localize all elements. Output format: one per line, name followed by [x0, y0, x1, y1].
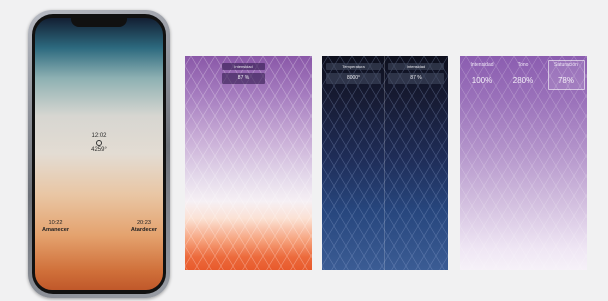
saturation-value-button[interactable]: 78%: [548, 76, 584, 85]
temperature-value-button[interactable]: 8000°: [326, 73, 381, 84]
saturation-label: Saturación: [554, 62, 578, 68]
panel-divider: [384, 56, 385, 270]
intensity-value-button[interactable]: 100%: [463, 76, 501, 85]
sunrise-time: 10:22: [48, 220, 63, 226]
intensity-label: Intensidad: [470, 62, 494, 68]
clock-time: 12:02: [91, 133, 107, 139]
diamond-pattern: [185, 56, 312, 270]
clock-widget: 12:02 4259°: [35, 132, 163, 154]
temperature-label: Temperatura: [326, 63, 381, 70]
sunrise-info: 10:22 Amanecer: [42, 220, 69, 234]
phone-mockup: 12:02 4259° 10:22 Amanecer 20:23 Atardec…: [28, 10, 170, 298]
intensity-label: Intensidad: [222, 63, 265, 70]
tone-value-button[interactable]: 280%: [504, 76, 542, 85]
intensity-value-button[interactable]: 87 %: [388, 73, 444, 84]
diamond-pattern: [322, 56, 448, 270]
color-adjust-panel: Intensidad 100% Tono 280% Saturación 78%: [460, 56, 587, 270]
sunset-label: Atardecer: [130, 227, 157, 233]
color-temperature: 4259°: [91, 147, 107, 153]
sunrise-label: Amanecer: [42, 227, 70, 233]
temperature-panel: Temperatura 8000° Intensidad 87 %: [322, 56, 448, 270]
phone-notch: [71, 18, 127, 27]
phone-screen: 12:02 4259° 10:22 Amanecer 20:23 Atardec…: [35, 18, 163, 290]
intensity-value-button[interactable]: 87 %: [222, 73, 265, 84]
tone-label: Tono: [517, 62, 529, 68]
intensity-label: Intensidad: [388, 63, 444, 70]
sunset-info: 20:23 Atardecer: [131, 220, 157, 234]
sunset-time: 20:23: [136, 220, 151, 226]
intensity-panel: Intensidad 87 %: [185, 56, 312, 270]
